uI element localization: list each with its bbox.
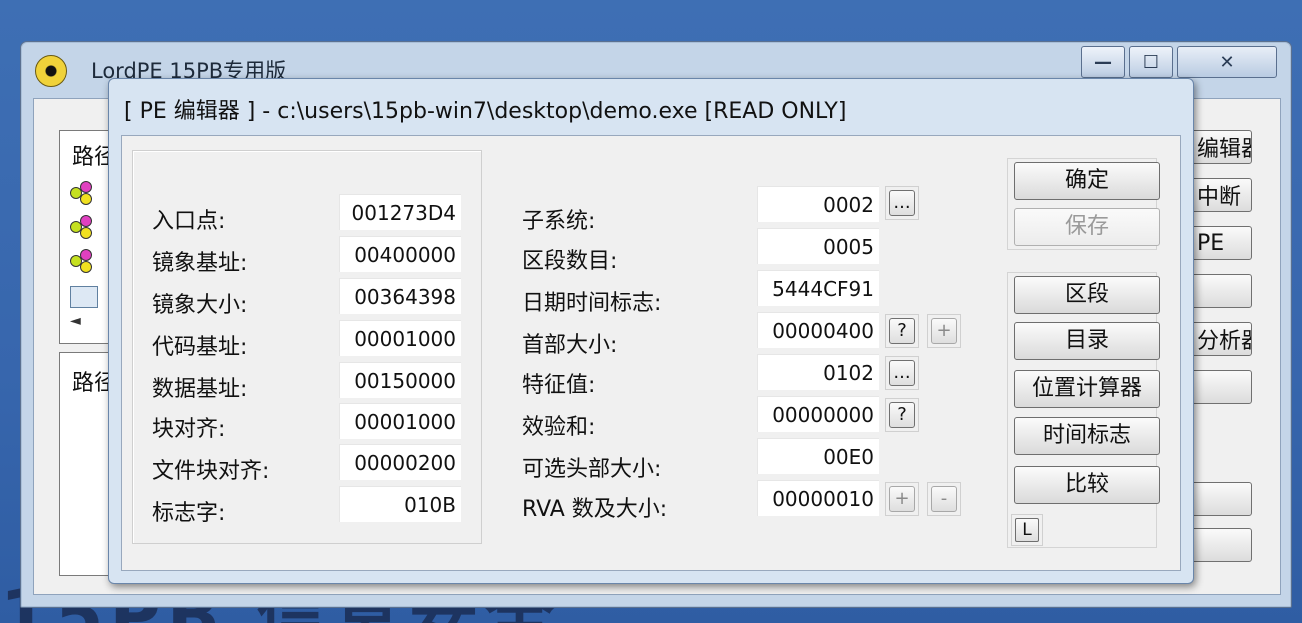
entry-point-field[interactable]: 001273D4 — [339, 194, 461, 230]
pe-editor-title: [ PE 编辑器 ] - c:\users\15pb-win7\desktop\… — [124, 99, 847, 124]
sections-button[interactable]: 区段 — [1014, 276, 1160, 314]
lordpe-button-7[interactable] — [1186, 482, 1252, 516]
size-of-optional-header-field[interactable]: 00E0 — [757, 438, 879, 474]
characteristics-field[interactable]: 0102 — [757, 354, 879, 390]
lordpe-app-icon — [35, 55, 67, 87]
number-of-sections-field[interactable]: 0005 — [757, 228, 879, 264]
process-icon — [70, 249, 96, 275]
size-of-headers-field[interactable]: 00000400 — [757, 312, 879, 348]
size-of-optional-header-label: 可选头部大小: — [522, 457, 662, 482]
image-base-field[interactable]: 00400000 — [339, 236, 461, 272]
checksum-help-label: ? — [889, 402, 915, 428]
ok-button[interactable]: 确定 — [1014, 162, 1160, 200]
subsystem-field[interactable]: 0002 — [757, 186, 879, 222]
process-icon — [70, 181, 96, 207]
directories-button[interactable]: 目录 — [1014, 322, 1160, 360]
scroll-left-arrow[interactable]: ◄ — [70, 313, 81, 329]
checksum-help-button[interactable]: ? — [885, 398, 919, 432]
timestamp-button[interactable]: 时间标志 — [1014, 417, 1160, 455]
process-icon — [70, 215, 96, 241]
analyzer-button[interactable]: 分析器 — [1186, 322, 1252, 356]
pe-editor-dialog: [ PE 编辑器 ] - c:\users\15pb-win7\desktop\… — [108, 78, 1194, 584]
rva-plus-button[interactable]: + — [885, 482, 919, 516]
rebuild-pe-button[interactable]: PE — [1186, 226, 1252, 260]
lordpe-button-4[interactable] — [1186, 274, 1252, 308]
magic-field[interactable]: 010B — [339, 486, 461, 522]
size-of-headers-help-label: ? — [889, 318, 915, 344]
rva-minus-label: - — [931, 486, 957, 512]
size-of-image-field[interactable]: 00364398 — [339, 278, 461, 314]
characteristics-more-button[interactable]: ... — [885, 356, 919, 390]
subsystem-more-label: ... — [889, 190, 915, 216]
size-of-headers-label: 首部大小: — [522, 333, 618, 358]
entry-point-label: 入口点: — [152, 209, 226, 234]
size-of-headers-plus-label: + — [931, 318, 957, 344]
subsystem-label: 子系统: — [522, 209, 596, 234]
characteristics-more-label: ... — [889, 360, 915, 386]
rva-minus-button[interactable]: - — [927, 482, 961, 516]
timedatestamp-field[interactable]: 5444CF91 — [757, 270, 879, 306]
save-button[interactable]: 保存 — [1014, 208, 1160, 246]
section-alignment-field[interactable]: 00001000 — [339, 403, 461, 439]
flc-button[interactable]: 位置计算器 — [1014, 370, 1160, 408]
timedatestamp-label: 日期时间标志: — [522, 291, 662, 316]
characteristics-label: 特征值: — [522, 373, 596, 398]
l-button-label: L — [1015, 518, 1039, 542]
minimize-button[interactable]: — — [1081, 46, 1125, 78]
compare-button[interactable]: 比较 — [1014, 466, 1160, 504]
rva-plus-label: + — [889, 486, 915, 512]
lordpe-button-8[interactable] — [1186, 528, 1252, 562]
base-of-data-label: 数据基址: — [152, 377, 248, 402]
image-base-label: 镜象基址: — [152, 251, 248, 276]
size-of-image-label: 镜象大小: — [152, 293, 248, 318]
window-process-icon — [70, 286, 98, 308]
number-of-sections-label: 区段数目: — [522, 249, 618, 274]
l-button[interactable]: L — [1011, 514, 1043, 546]
pe-editor-client: 入口点: 镜象基址: 镜象大小: 代码基址: 数据基址: 块对齐: 文件块对齐:… — [121, 135, 1181, 571]
base-of-data-field[interactable]: 00150000 — [339, 362, 461, 398]
base-of-code-field[interactable]: 00001000 — [339, 320, 461, 356]
break-and-enter-button[interactable]: 中断 — [1186, 178, 1252, 212]
magic-label: 标志字: — [152, 501, 226, 526]
checksum-label: 效验和: — [522, 415, 596, 440]
lordpe-button-6[interactable] — [1186, 370, 1252, 404]
maximize-button[interactable]: ☐ — [1129, 46, 1173, 78]
file-alignment-field[interactable]: 00000200 — [339, 444, 461, 480]
size-of-headers-help-button[interactable]: ? — [885, 314, 919, 348]
close-button[interactable]: ✕ — [1177, 46, 1277, 78]
base-of-code-label: 代码基址: — [152, 335, 248, 360]
file-alignment-label: 文件块对齐: — [152, 459, 270, 484]
section-alignment-label: 块对齐: — [152, 417, 226, 442]
number-of-rva-and-sizes-label: RVA 数及大小: — [522, 497, 668, 522]
pe-editor-button[interactable]: 编辑器 — [1186, 130, 1252, 164]
size-of-headers-plus-button[interactable]: + — [927, 314, 961, 348]
number-of-rva-and-sizes-field[interactable]: 00000010 — [757, 480, 879, 516]
checksum-field[interactable]: 00000000 — [757, 396, 879, 432]
subsystem-more-button[interactable]: ... — [885, 186, 919, 220]
